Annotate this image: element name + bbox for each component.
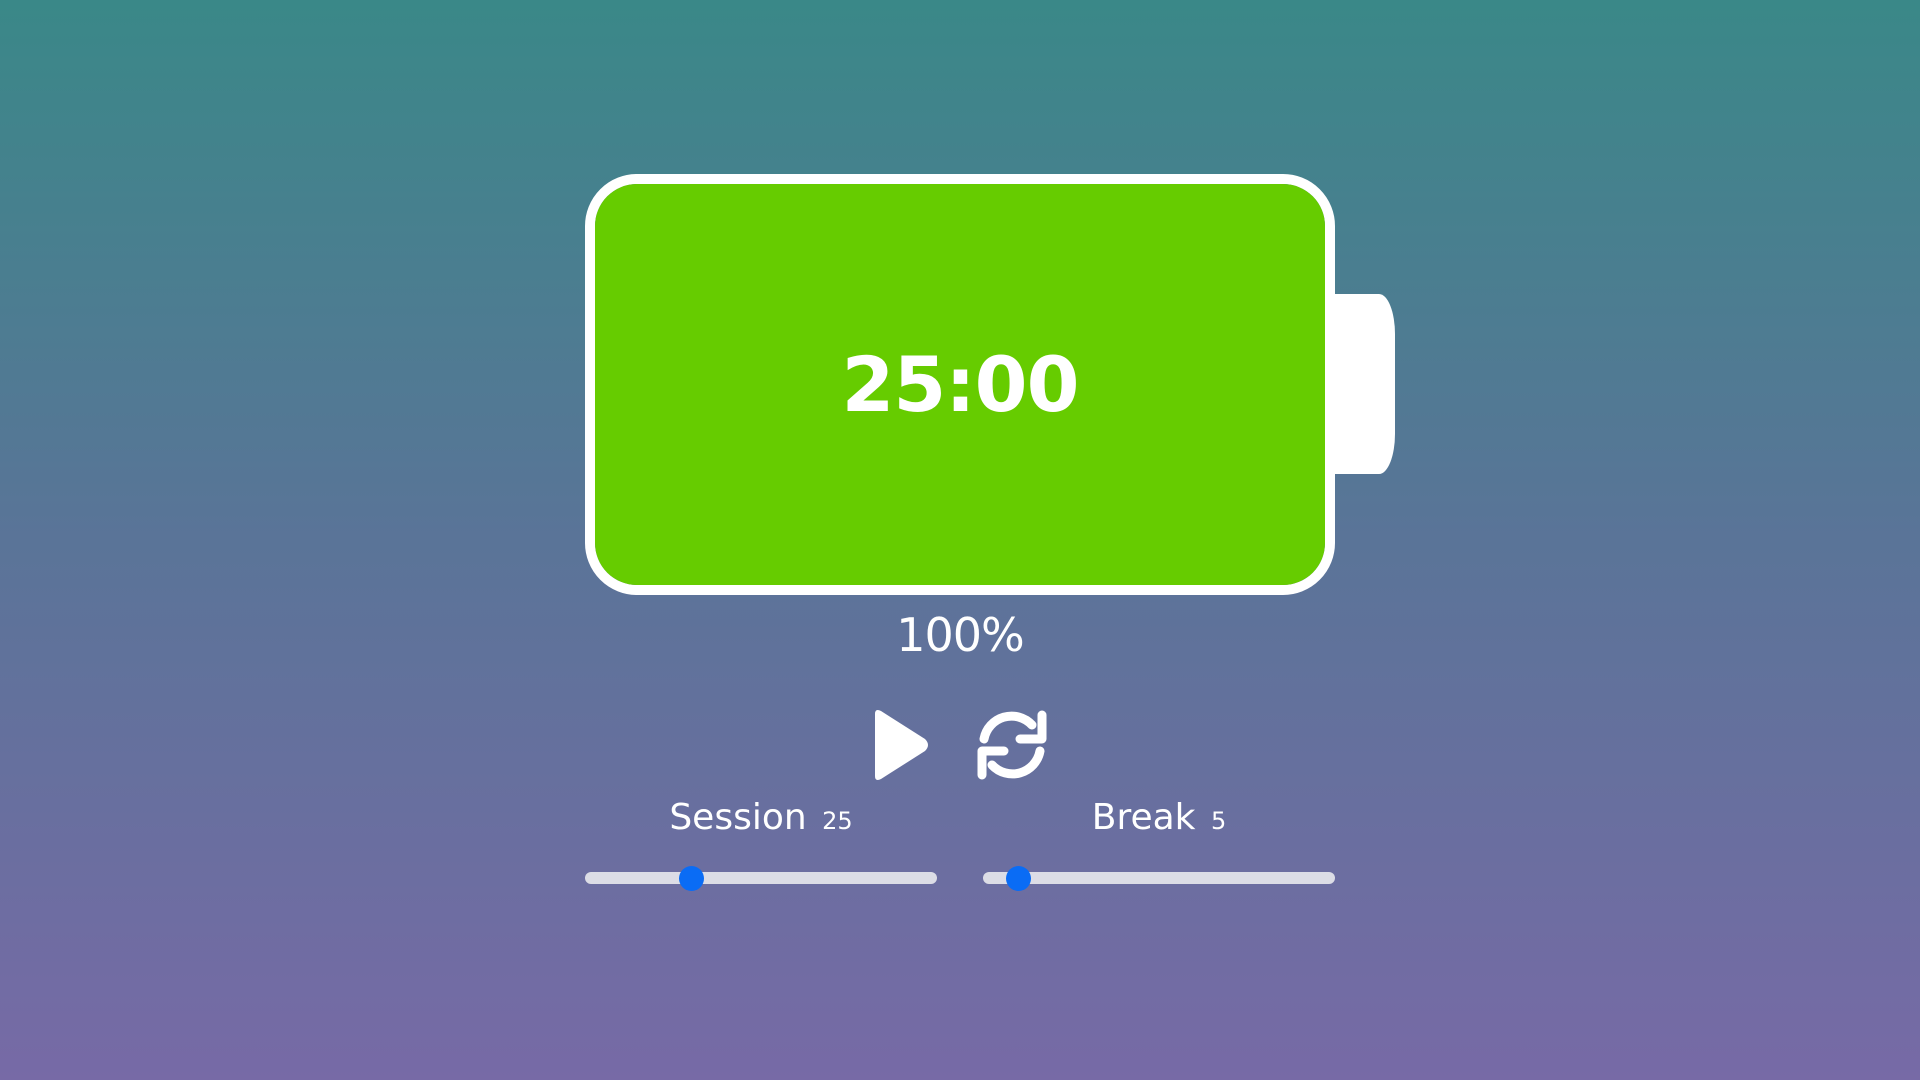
break-label-text: Break: [1091, 797, 1196, 838]
play-icon: [875, 710, 928, 780]
session-value: 25: [822, 807, 853, 835]
battery-percent: 100%: [896, 608, 1025, 662]
break-label: Break 5: [983, 795, 1335, 841]
break-control: Break 5: [983, 795, 1335, 891]
battery-timer: 25:00: [585, 174, 1335, 595]
session-slider-thumb[interactable]: [678, 865, 704, 891]
break-slider-thumb[interactable]: [1006, 865, 1032, 891]
session-label-text: Session: [669, 797, 807, 838]
break-slider[interactable]: [983, 865, 1335, 891]
timer-display: 25:00: [841, 340, 1080, 429]
session-label: Session 25: [585, 795, 937, 841]
refresh-icon: [977, 710, 1047, 780]
play-button[interactable]: [859, 705, 939, 785]
break-value: 5: [1210, 807, 1227, 835]
battery-cap: [1333, 294, 1395, 474]
session-control: Session 25: [585, 795, 937, 891]
session-slider[interactable]: [585, 865, 937, 891]
reset-button[interactable]: [972, 705, 1052, 785]
pomodoro-app: 25:00 100% Session 25 Break 5: [0, 0, 1920, 1080]
